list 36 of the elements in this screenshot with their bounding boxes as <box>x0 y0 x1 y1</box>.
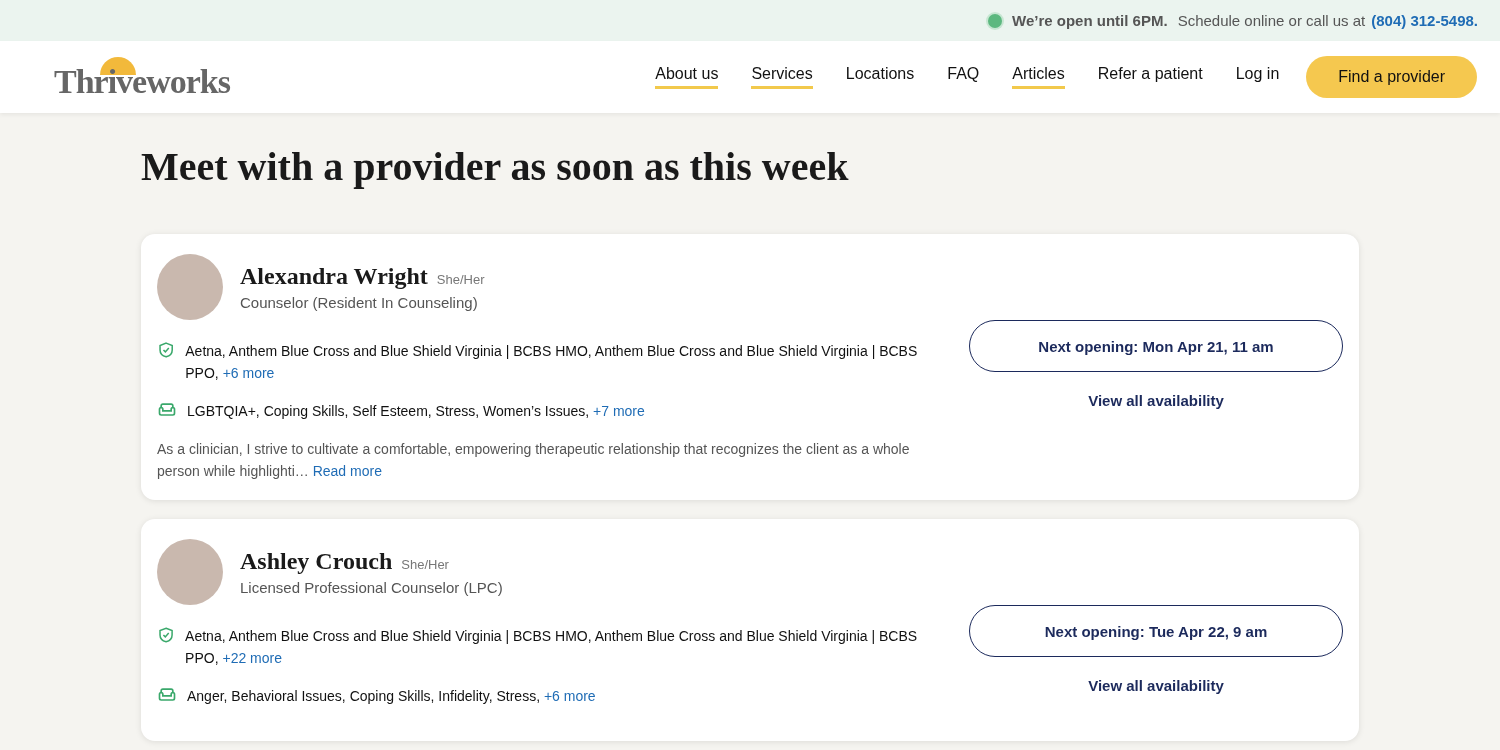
view-availability-link[interactable]: View all availability <box>1088 677 1224 694</box>
nav-link[interactable]: About us <box>655 65 719 89</box>
shield-check-icon <box>157 625 176 645</box>
pronouns: She/Her <box>436 272 485 287</box>
open-hours-text: We’re open until 6PM. <box>1012 12 1168 29</box>
specialties-list: LGBTQIA+, Coping Skills, Self Esteem, Stress, Women’s Issues, +7 more <box>187 400 645 422</box>
read-more-link[interactable]: Read more <box>312 463 382 479</box>
next-opening-button[interactable]: Next opening: Mon Apr 21, 11 am <box>969 320 1343 372</box>
specialties-list: Anger, Behavioral Issues, Coping Skills, Infidelity, Stress, +6 more <box>187 685 596 707</box>
find-provider-button[interactable]: Find a provider <box>1306 56 1477 98</box>
nav-link[interactable]: Log in <box>1235 65 1280 89</box>
insurance-list: Aetna, Anthem Blue Cross and Blue Shield Virginia | BCBS HMO, Anthem Blue Cross and Blue Shield Virginia | BCBS PPO, +22 more <box>185 625 939 669</box>
shield-check-icon <box>157 340 176 360</box>
nav-link[interactable]: Locations <box>845 65 915 89</box>
view-availability-link[interactable]: View all availability <box>1088 392 1224 409</box>
logo[interactable]: Thriveworks <box>54 55 230 99</box>
nav-link[interactable]: Services <box>751 65 813 89</box>
provider-name: Alexandra Wright <box>240 263 428 290</box>
more-link[interactable]: +6 more <box>543 688 596 704</box>
next-opening-button[interactable]: Next opening: Tue Apr 22, 9 am <box>969 605 1343 657</box>
status-dot <box>988 13 1003 28</box>
more-link[interactable]: +22 more <box>222 650 282 666</box>
provider-name: Ashley Crouch <box>240 548 393 575</box>
more-link[interactable]: +6 more <box>222 365 275 381</box>
contact-text: Schedule online or call us at <box>1177 12 1366 29</box>
nav-link[interactable]: Refer a patient <box>1097 65 1203 89</box>
page-heading: Meet with a provider as soon as this week <box>141 143 850 190</box>
phone-link[interactable]: (804) 312-5498. <box>1371 12 1478 29</box>
insurance-list: Aetna, Anthem Blue Cross and Blue Shield Virginia | BCBS HMO, Anthem Blue Cross and Blue Shield Virginia | BCBS PPO, +6 more <box>185 340 939 384</box>
nav-link[interactable]: FAQ <box>947 65 980 89</box>
provider-title: Counselor (Resident In Counseling) <box>240 294 479 311</box>
pronouns: She/Her <box>401 557 449 572</box>
provider-title: Licensed Professional Counselor (LPC) <box>240 579 503 596</box>
provider-bio: As a clinician, I strive to cultivate a comfortable, empowering therapeutic relationship that recognizes the client as a whole person while highlighti… Read more <box>157 440 911 481</box>
more-link[interactable]: +7 more <box>593 403 645 419</box>
nav-link[interactable]: Articles <box>1012 65 1065 89</box>
